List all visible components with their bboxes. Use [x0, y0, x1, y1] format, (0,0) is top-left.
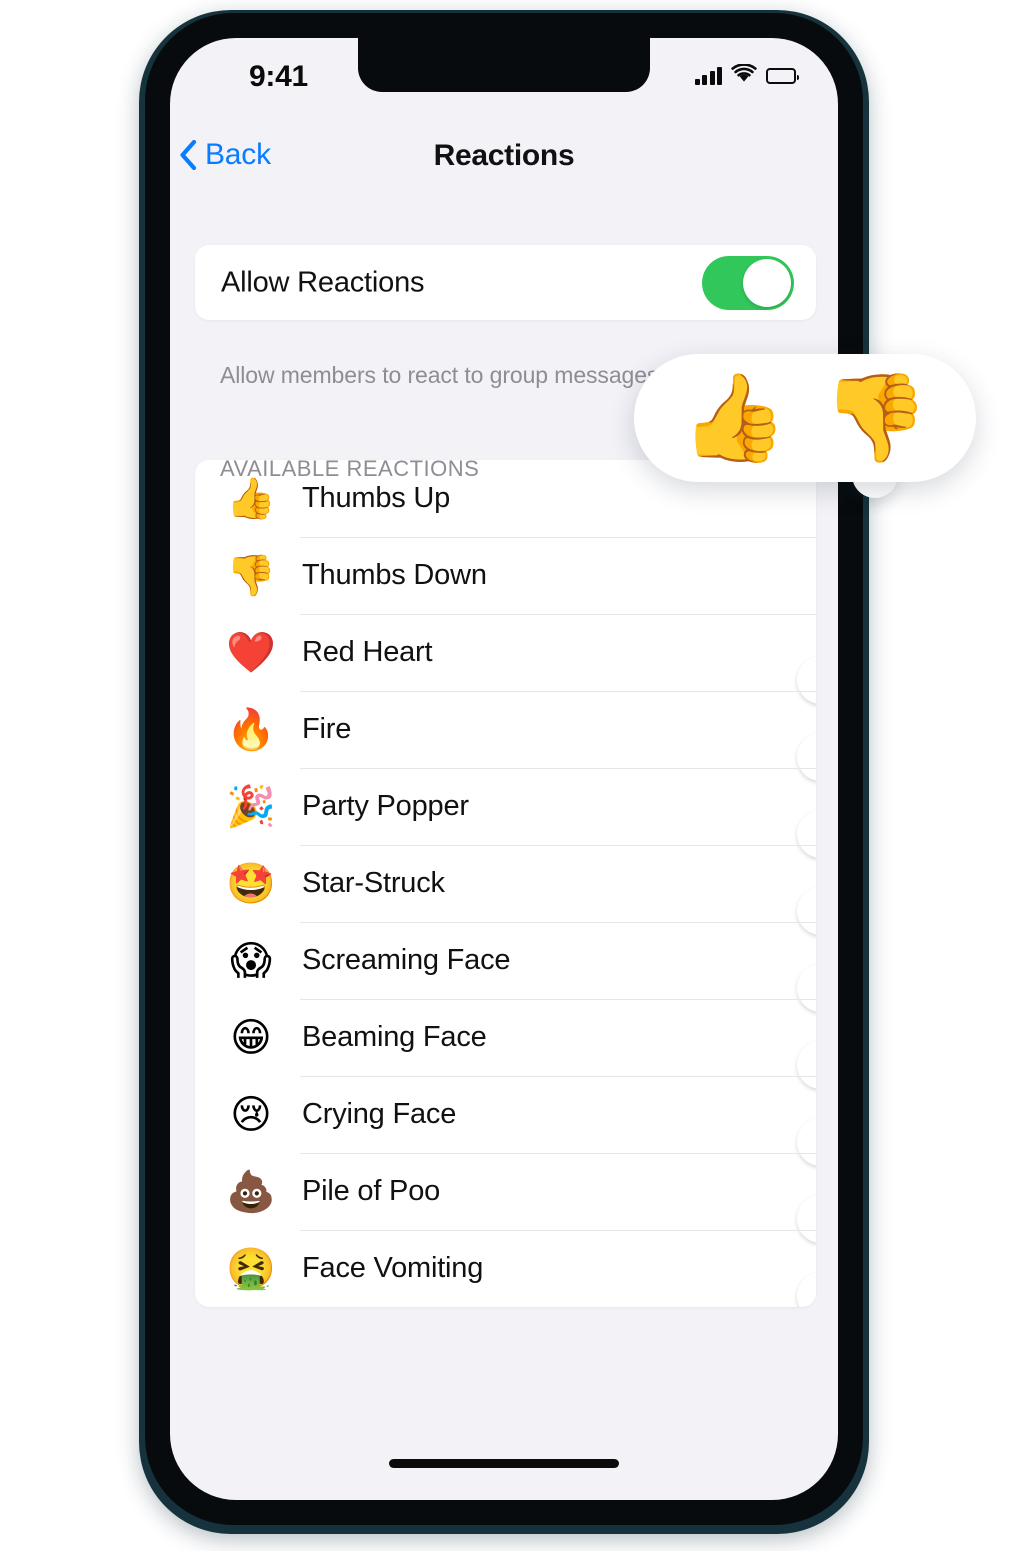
crying-face-emoji: 😢 — [230, 1091, 272, 1138]
available-reactions-list: 👍 Thumbs Up 👎 Thumbs Down ❤️ Red Heart 🔥 Fire 🎉 P… — [195, 460, 816, 1307]
reaction-label: Star-Struck — [302, 867, 445, 899]
reaction-label: Party Popper — [302, 790, 469, 822]
reaction-label: Thumbs Down — [302, 559, 487, 591]
reaction-label: Screaming Face — [302, 944, 511, 976]
navigation-bar: Back Reactions — [170, 130, 838, 198]
allow-reactions-footer: Allow members to react to group messages — [220, 362, 659, 388]
face-vomiting-emoji: 🤮 — [226, 1245, 276, 1292]
thumbs-up-emoji[interactable]: 👍 — [681, 375, 788, 461]
wifi-icon — [731, 63, 757, 88]
reaction-label: Face Vomiting — [302, 1252, 484, 1284]
fire-emoji: 🔥 — [226, 706, 276, 753]
reaction-label: Red Heart — [302, 636, 433, 668]
toggle-switch[interactable] — [702, 255, 794, 310]
allow-reactions-label: Allow Reactions — [221, 266, 425, 298]
thumbs-down-emoji: 👎 — [226, 552, 276, 599]
battery-full-icon — [766, 68, 799, 84]
available-reactions-header: AVAILABLE REACTIONS — [220, 456, 480, 481]
reaction-picker-bubble: 👍 👎 — [634, 354, 976, 482]
reaction-label: Beaming Face — [302, 1021, 487, 1053]
toggle-knob — [797, 1271, 816, 1307]
phone-screen: 9:41 Back Reactions Allow Reactions Allo… — [170, 38, 838, 1500]
phone-notch — [358, 38, 650, 92]
reaction-row[interactable]: 👎 Thumbs Down — [195, 537, 816, 614]
reaction-label: Crying Face — [302, 1098, 457, 1130]
allow-reactions-toggle[interactable] — [702, 255, 794, 310]
reaction-row[interactable]: ❤️ Red Heart — [195, 614, 816, 704]
status-bar-time: 9:41 — [249, 60, 308, 93]
red-heart-emoji: ❤️ — [226, 629, 276, 676]
reaction-label: Thumbs Up — [302, 482, 451, 514]
beaming-face-emoji: 😁 — [230, 1014, 272, 1061]
thumbs-up-emoji: 👍 — [226, 475, 276, 522]
reaction-row[interactable]: 💩 Pile of Poo — [195, 1153, 816, 1243]
status-bar-icons — [694, 63, 799, 88]
reaction-picker-overlay[interactable]: 👍 👎 — [634, 354, 976, 498]
thumbs-down-emoji[interactable]: 👎 — [822, 375, 929, 461]
reaction-label: Fire — [302, 713, 352, 745]
reaction-row[interactable]: 😢 Crying Face — [195, 1076, 816, 1166]
reaction-row[interactable]: 🎉 Party Popper — [195, 768, 816, 858]
star-struck-emoji: 🤩 — [226, 860, 276, 907]
allow-reactions-card: Allow Reactions — [195, 245, 816, 320]
page-title: Reactions — [433, 139, 575, 172]
toggle-knob — [743, 258, 791, 307]
reaction-row[interactable]: 🔥 Fire — [195, 691, 816, 781]
cellular-bars-icon — [694, 67, 722, 85]
reaction-row[interactable]: 🤮 Face Vomiting — [195, 1230, 816, 1307]
home-indicator-bar — [389, 1459, 619, 1468]
reaction-row[interactable]: 😱 Screaming Face — [195, 922, 816, 1012]
reaction-row[interactable]: 🤩 Star-Struck — [195, 845, 816, 935]
reaction-row[interactable]: 😁 Beaming Face — [195, 999, 816, 1089]
party-popper-emoji: 🎉 — [226, 783, 276, 830]
screaming-face-emoji: 😱 — [230, 937, 272, 984]
pile-of-poo-emoji: 💩 — [226, 1168, 276, 1215]
reaction-label: Pile of Poo — [302, 1175, 441, 1207]
